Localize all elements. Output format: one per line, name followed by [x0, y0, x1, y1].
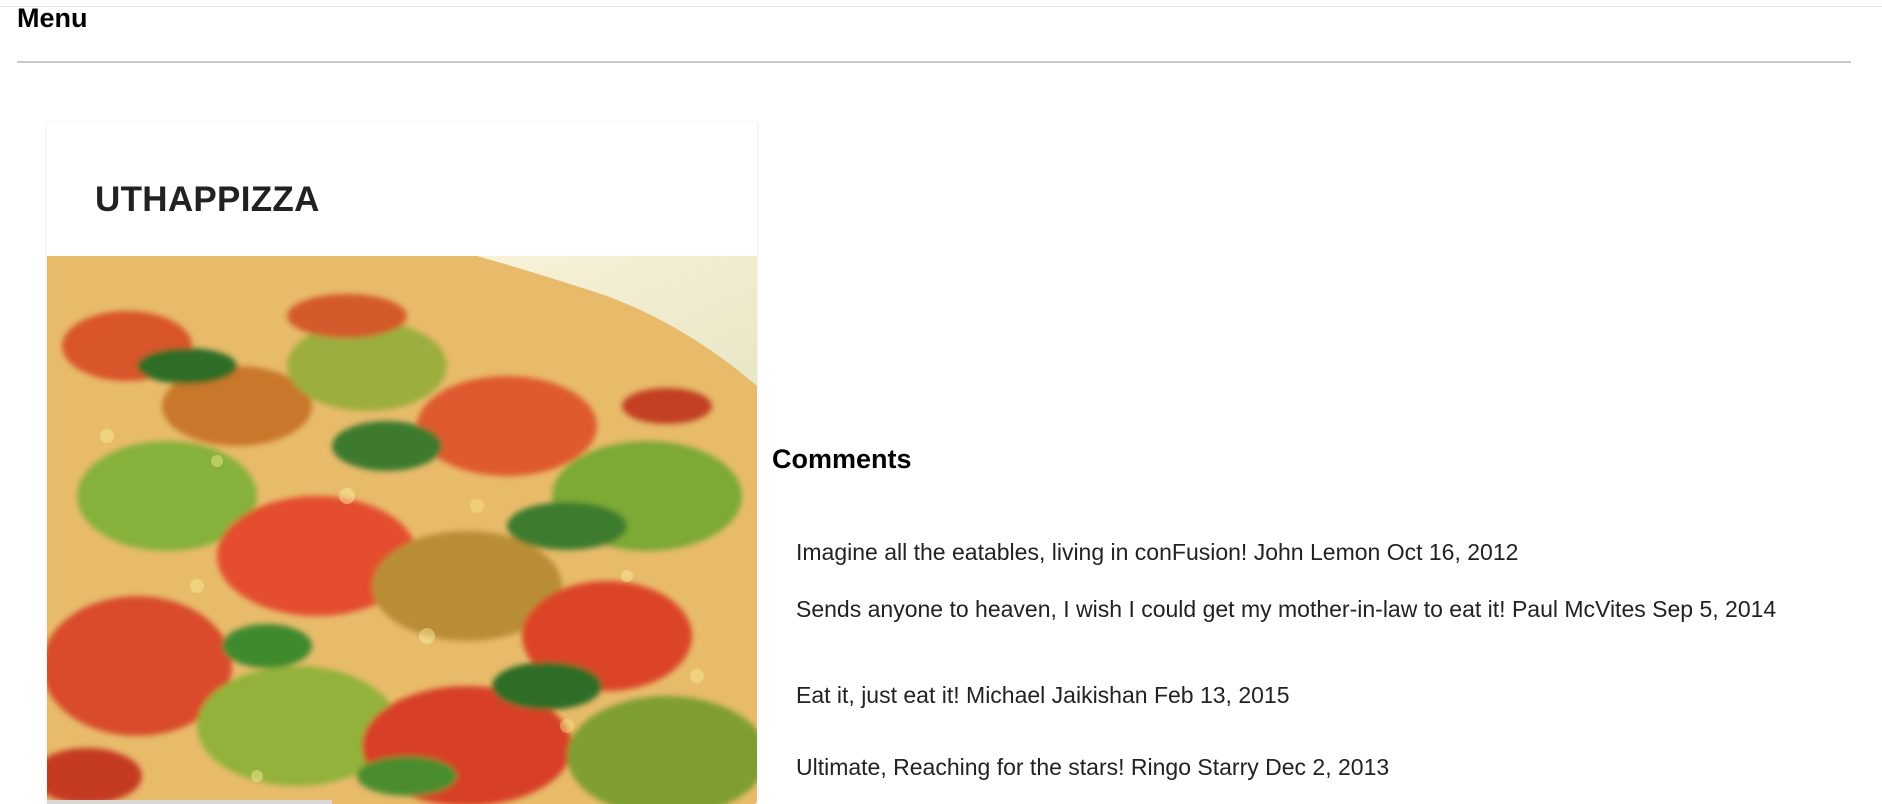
comment-date: Dec 2, 2013: [1265, 754, 1390, 780]
comment-item: Imagine all the eatables, living in conF…: [796, 538, 1786, 566]
comment-item: Eat it, just eat it! Michael Jaikishan Feb…: [796, 681, 1786, 709]
page-title: Menu: [17, 3, 88, 33]
dish-card: UTHAPPIZZA: [47, 121, 757, 804]
header-divider: [17, 61, 1851, 63]
comment-date: Sep 5, 2014: [1652, 596, 1777, 622]
dish-name: UTHAPPIZZA: [95, 180, 320, 219]
comment-author: Paul McVites: [1511, 596, 1646, 622]
comment-author: Michael Jaikishan: [966, 682, 1148, 708]
comment-text: Ultimate, Reaching for the stars!: [796, 754, 1125, 780]
comment-date: Oct 16, 2012: [1386, 539, 1519, 565]
comment-author: John Lemon: [1253, 539, 1381, 565]
comment-item: Ultimate, Reaching for the stars! Ringo S…: [796, 753, 1786, 781]
comments-heading: Comments: [772, 444, 912, 474]
comment-text: Sends anyone to heaven, I wish I could g…: [796, 596, 1506, 622]
pizza-image: [47, 256, 757, 804]
comment-text: Eat it, just eat it!: [796, 682, 960, 708]
comment-item: Sends anyone to heaven, I wish I could g…: [796, 595, 1786, 623]
comment-date: Feb 13, 2015: [1153, 682, 1290, 708]
horizontal-scrollbar[interactable]: [47, 800, 332, 804]
top-border: [0, 6, 1882, 7]
page: Menu UTHAPPIZZA Comments Imagine all the…: [0, 0, 1882, 804]
comment-author: Ringo Starry: [1130, 754, 1259, 780]
comment-text: Imagine all the eatables, living in conF…: [796, 539, 1248, 565]
